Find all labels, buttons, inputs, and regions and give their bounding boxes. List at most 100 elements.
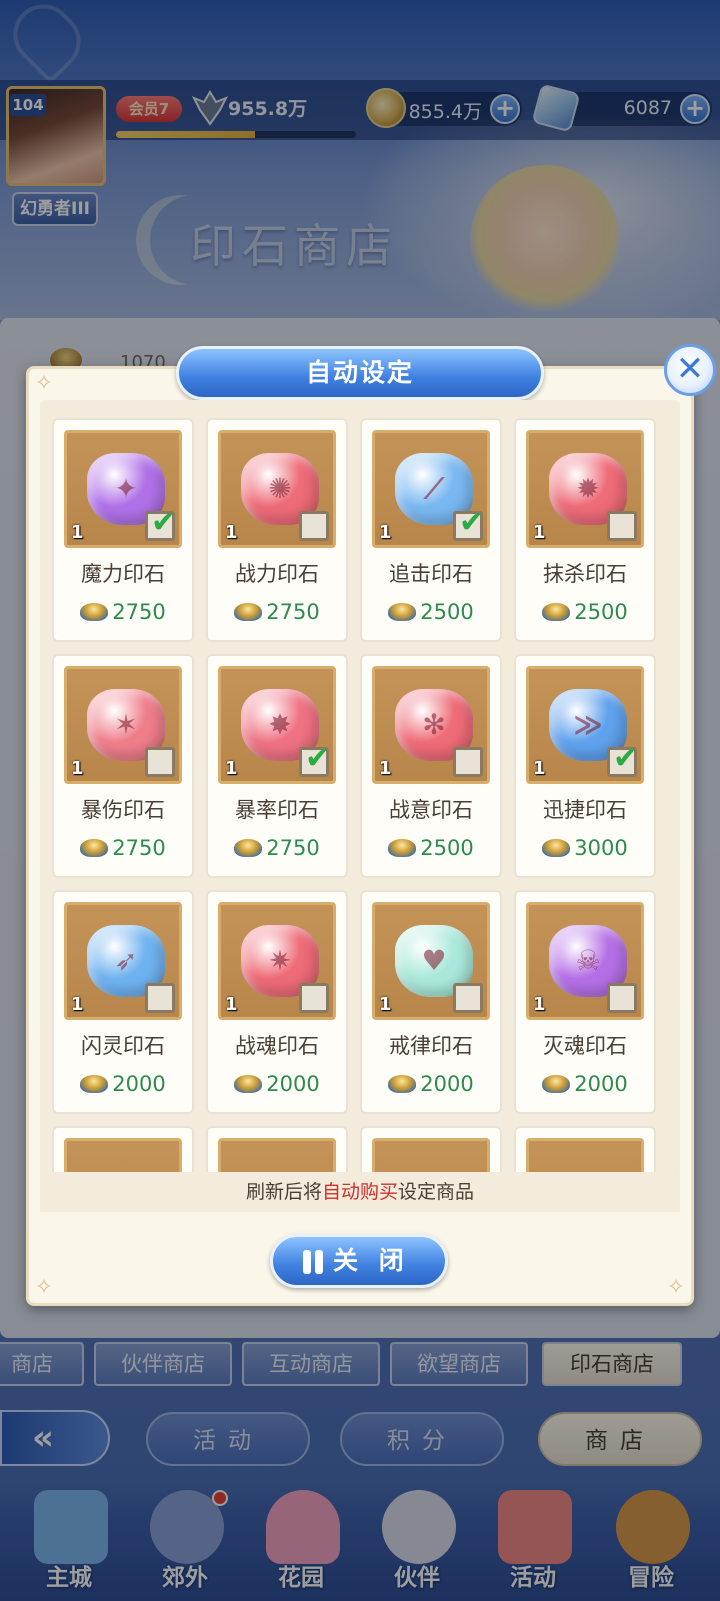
auto-buy-checkbox[interactable]: ✔ bbox=[607, 741, 639, 777]
stone-currency-icon bbox=[542, 1075, 571, 1093]
auto-buy-checkbox[interactable]: ✔ bbox=[299, 741, 331, 777]
item-price: 2000 bbox=[208, 1072, 346, 1096]
stone-item-card[interactable]: ✦ 1 ✔ 魔力印石 2750 bbox=[52, 418, 194, 642]
stone-currency-icon bbox=[388, 603, 417, 621]
auto-buy-checkbox[interactable] bbox=[607, 511, 637, 541]
stone-item-grid: ✦ 1 ✔ 魔力印石 2750 ✺ 1 战力印石 2750 ⟋ 1 ✔ 追击印石 2500 ✹ 1 抹杀印石 25… bbox=[40, 400, 680, 1175]
stone-image-frame: ☠ 1 bbox=[526, 902, 644, 1020]
stone-item-card[interactable]: ✶ 1 暴伤印石 2750 bbox=[52, 654, 194, 878]
close-button[interactable]: 关 闭 bbox=[270, 1234, 448, 1288]
stone-currency-icon bbox=[388, 839, 417, 857]
item-name: 暴率印石 bbox=[235, 798, 319, 822]
stone-item-card[interactable]: ☠ 1 灭魂印石 2000 bbox=[514, 890, 656, 1114]
item-name: 抹杀印石 bbox=[543, 562, 627, 586]
stone-item-card[interactable] bbox=[52, 1126, 194, 1175]
item-price: 2500 bbox=[362, 600, 500, 624]
dialog-header: 自动设定 bbox=[176, 346, 544, 400]
item-price: 2750 bbox=[54, 836, 192, 860]
item-price: 2000 bbox=[516, 1072, 654, 1096]
stone-item-card[interactable]: ≫ 1 ✔ 迅捷印石 3000 bbox=[514, 654, 656, 878]
item-price: 2000 bbox=[54, 1072, 192, 1096]
stone-image-frame: ≫ 1 ✔ bbox=[526, 666, 644, 784]
item-quantity: 1 bbox=[225, 994, 238, 1015]
auto-buy-checkbox[interactable]: ✔ bbox=[145, 505, 177, 541]
stone-image-frame bbox=[218, 1138, 336, 1175]
stone-item-card[interactable]: ✸ 1 ✔ 暴率印石 2750 bbox=[206, 654, 348, 878]
auto-buy-note: 刷新后将自动购买设定商品 bbox=[40, 1172, 680, 1212]
stone-item-card[interactable]: ⟋ 1 ✔ 追击印石 2500 bbox=[360, 418, 502, 642]
checkmark-icon: ✔ bbox=[305, 741, 331, 776]
price-value: 2750 bbox=[266, 600, 320, 624]
note-highlight: 自动购买 bbox=[321, 1181, 398, 1203]
stone-image-frame: ✸ 1 ✔ bbox=[218, 666, 336, 784]
item-quantity: 1 bbox=[379, 994, 392, 1015]
stone-image-frame: ➶ 1 bbox=[64, 902, 182, 1020]
item-quantity: 1 bbox=[71, 994, 84, 1015]
stone-item-card[interactable]: ➶ 1 闪灵印石 2000 bbox=[52, 890, 194, 1114]
item-quantity: 1 bbox=[71, 758, 84, 779]
auto-buy-checkbox[interactable] bbox=[299, 983, 329, 1013]
checkmark-icon: ✔ bbox=[459, 505, 485, 540]
dialog-title: 自动设定 bbox=[305, 358, 414, 387]
stone-item-card[interactable]: ✷ 1 战魂印石 2000 bbox=[206, 890, 348, 1114]
stone-image-frame: ✦ 1 ✔ bbox=[64, 430, 182, 548]
auto-buy-checkbox[interactable] bbox=[299, 511, 329, 541]
item-name: 迅捷印石 bbox=[543, 798, 627, 822]
item-name: 战魂印石 bbox=[235, 1034, 319, 1058]
item-quantity: 1 bbox=[71, 522, 84, 543]
auto-buy-checkbox[interactable] bbox=[607, 983, 637, 1013]
price-value: 2500 bbox=[420, 836, 474, 860]
stone-currency-icon bbox=[234, 1075, 263, 1093]
stone-item-card[interactable]: ✺ 1 战力印石 2750 bbox=[206, 418, 348, 642]
price-value: 2750 bbox=[112, 600, 166, 624]
stone-image-frame: ✹ 1 bbox=[526, 430, 644, 548]
stone-image-frame: ✷ 1 bbox=[218, 902, 336, 1020]
price-value: 2500 bbox=[574, 600, 628, 624]
item-quantity: 1 bbox=[379, 522, 392, 543]
item-price: 2000 bbox=[362, 1072, 500, 1096]
stone-item-card[interactable] bbox=[514, 1126, 656, 1175]
item-name: 战意印石 bbox=[389, 798, 473, 822]
auto-buy-checkbox[interactable] bbox=[453, 983, 483, 1013]
item-name: 灭魂印石 bbox=[543, 1034, 627, 1058]
price-value: 2500 bbox=[420, 600, 474, 624]
checkmark-icon: ✔ bbox=[613, 741, 639, 776]
corner-ornament: ✧ bbox=[666, 1275, 686, 1300]
stone-currency-icon bbox=[234, 839, 263, 857]
stone-image-frame: ✺ 1 bbox=[218, 430, 336, 548]
stone-item-card[interactable]: ✹ 1 抹杀印石 2500 bbox=[514, 418, 656, 642]
item-price: 2750 bbox=[208, 600, 346, 624]
price-value: 2000 bbox=[112, 1072, 166, 1096]
price-value: 2000 bbox=[266, 1072, 320, 1096]
stone-currency-icon bbox=[80, 1075, 109, 1093]
note-suffix: 设定商品 bbox=[398, 1181, 475, 1203]
item-name: 暴伤印石 bbox=[81, 798, 165, 822]
stone-item-card[interactable]: ♥ 1 戒律印石 2000 bbox=[360, 890, 502, 1114]
item-price: 2750 bbox=[54, 600, 192, 624]
pause-icon bbox=[303, 1250, 325, 1274]
stone-currency-icon bbox=[388, 1075, 417, 1093]
stone-item-card[interactable]: ✻ 1 战意印石 2500 bbox=[360, 654, 502, 878]
stone-item-card[interactable] bbox=[206, 1126, 348, 1175]
item-quantity: 1 bbox=[533, 994, 546, 1015]
close-button-label: 关 闭 bbox=[333, 1246, 410, 1275]
item-price: 2750 bbox=[208, 836, 346, 860]
close-icon[interactable]: ✕ bbox=[664, 344, 716, 396]
checkmark-icon: ✔ bbox=[151, 505, 177, 540]
stone-image-frame bbox=[64, 1138, 182, 1175]
item-quantity: 1 bbox=[225, 522, 238, 543]
auto-buy-checkbox[interactable] bbox=[453, 747, 483, 777]
note-prefix: 刷新后将 bbox=[245, 1181, 322, 1203]
stone-item-card[interactable] bbox=[360, 1126, 502, 1175]
item-price: 3000 bbox=[516, 836, 654, 860]
stone-image-frame bbox=[372, 1138, 490, 1175]
corner-ornament: ✧ bbox=[34, 1275, 54, 1300]
auto-buy-checkbox[interactable] bbox=[145, 983, 175, 1013]
price-value: 2750 bbox=[112, 836, 166, 860]
item-name: 闪灵印石 bbox=[81, 1034, 165, 1058]
item-name: 魔力印石 bbox=[81, 562, 165, 586]
item-quantity: 1 bbox=[533, 522, 546, 543]
auto-buy-checkbox[interactable] bbox=[145, 747, 175, 777]
price-value: 2000 bbox=[420, 1072, 474, 1096]
auto-buy-checkbox[interactable]: ✔ bbox=[453, 505, 485, 541]
